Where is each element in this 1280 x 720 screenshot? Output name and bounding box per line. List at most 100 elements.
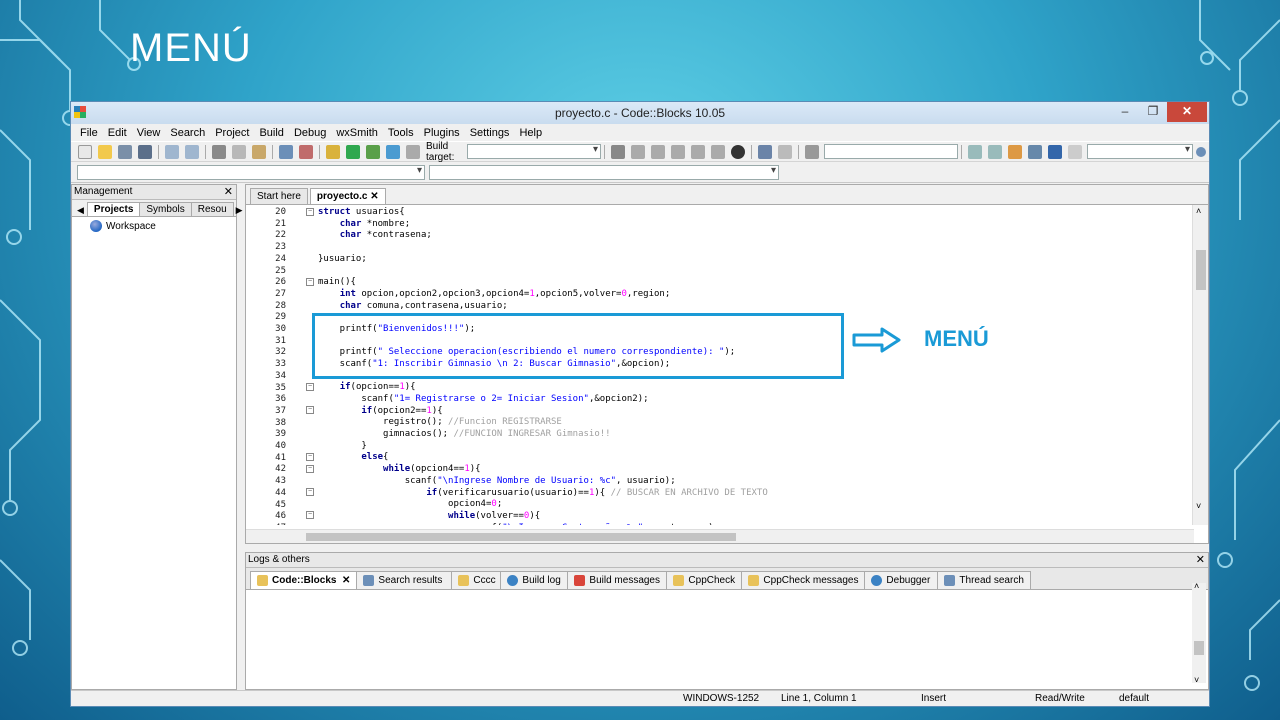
- tab-debugger[interactable]: Debugger: [864, 571, 939, 589]
- debug-next-line-icon[interactable]: [631, 144, 645, 159]
- status-cursor-position: Line 1, Column 1: [781, 693, 857, 704]
- scrollbar-thumb[interactable]: [306, 533, 736, 541]
- scroll-up-icon[interactable]: ˄: [1196, 206, 1201, 216]
- scrollbar-thumb[interactable]: [1194, 641, 1204, 655]
- paste-icon[interactable]: [252, 144, 266, 159]
- menu-file[interactable]: File: [75, 127, 103, 139]
- menu-project[interactable]: Project: [210, 127, 254, 139]
- debug-run-to-cursor-icon[interactable]: [611, 144, 625, 159]
- scroll-up-icon[interactable]: ˄: [1194, 581, 1199, 591]
- fold-toggle-icon[interactable]: −: [306, 406, 314, 414]
- tab-symbols[interactable]: Symbols: [139, 202, 192, 216]
- tab-thread-search[interactable]: Thread search: [937, 571, 1032, 589]
- close-button[interactable]: ✕: [1167, 102, 1207, 122]
- scope-dropdown[interactable]: [77, 164, 425, 180]
- scroll-down-icon[interactable]: ˅: [1196, 501, 1201, 511]
- menu-help[interactable]: Help: [514, 127, 547, 139]
- fold-toggle-icon[interactable]: −: [306, 278, 314, 286]
- debug-stop-icon[interactable]: [731, 144, 745, 159]
- debug-next-instruction-icon[interactable]: [691, 144, 705, 159]
- management-title: Management: [74, 186, 133, 197]
- maximize-button[interactable]: ❐: [1139, 102, 1167, 122]
- open-folder-icon[interactable]: [98, 144, 112, 159]
- menu-view[interactable]: View: [132, 127, 166, 139]
- function-dropdown[interactable]: [429, 164, 779, 180]
- jump-back-icon[interactable]: [968, 144, 982, 159]
- scroll-down-icon[interactable]: ˅: [1194, 675, 1199, 685]
- menu-search[interactable]: Search: [165, 127, 210, 139]
- logs-vertical-scrollbar[interactable]: ˄ ˅: [1192, 581, 1206, 685]
- abort-icon[interactable]: [406, 144, 420, 159]
- spell-check-icon[interactable]: [1048, 144, 1062, 159]
- new-file-icon[interactable]: [78, 144, 92, 159]
- fold-toggle-icon[interactable]: −: [306, 383, 314, 391]
- menu-tools[interactable]: Tools: [383, 127, 419, 139]
- replace-icon[interactable]: [299, 144, 313, 159]
- redo-icon[interactable]: [185, 144, 199, 159]
- fold-toggle-icon[interactable]: −: [306, 465, 314, 473]
- editor-horizontal-scrollbar[interactable]: [246, 529, 1194, 543]
- tab-search-results[interactable]: Search results: [356, 571, 453, 589]
- close-icon[interactable]: ✕: [370, 191, 378, 202]
- run-icon[interactable]: [346, 144, 360, 159]
- close-icon[interactable]: ✕: [342, 575, 350, 586]
- code-completion-toolbar: [71, 162, 1209, 183]
- undo-icon[interactable]: [165, 144, 179, 159]
- search-input[interactable]: [824, 144, 958, 159]
- tab-codeblocks-log[interactable]: Code::Blocks ✕: [250, 571, 358, 589]
- find-icon[interactable]: [279, 144, 293, 159]
- minimize-button[interactable]: –: [1111, 102, 1139, 122]
- menu-plugins[interactable]: Plugins: [419, 127, 465, 139]
- tab-resources[interactable]: Resou: [190, 202, 234, 216]
- rebuild-icon[interactable]: [386, 144, 400, 159]
- highlight-icon[interactable]: [1008, 144, 1022, 159]
- tab-scroll-left-icon[interactable]: ◀: [74, 205, 87, 216]
- magnifier-icon[interactable]: [1196, 146, 1206, 157]
- menu-wxsmith[interactable]: wxSmith: [331, 127, 383, 139]
- tab-cccc[interactable]: Cccc: [451, 571, 502, 589]
- scope-select[interactable]: [1087, 144, 1193, 159]
- menu-settings[interactable]: Settings: [465, 127, 515, 139]
- close-icon[interactable]: ✕: [224, 185, 233, 199]
- debug-step-out-icon[interactable]: [671, 144, 685, 159]
- tab-start-here[interactable]: Start here: [250, 188, 308, 204]
- regex-icon[interactable]: [1068, 144, 1082, 159]
- tab-build-messages[interactable]: Build messages: [567, 571, 668, 589]
- fold-toggle-icon[interactable]: −: [306, 208, 314, 216]
- build-gear-icon[interactable]: [326, 144, 340, 159]
- tab-proyecto-c[interactable]: proyecto.c ✕: [309, 188, 386, 204]
- tab-build-log[interactable]: Build log: [500, 571, 569, 589]
- line-number: 41: [275, 452, 286, 463]
- build-target-select[interactable]: [467, 144, 601, 159]
- info-icon[interactable]: [778, 144, 792, 159]
- scrollbar-thumb[interactable]: [1196, 250, 1206, 290]
- search-toggle-icon[interactable]: [805, 144, 819, 159]
- code-line: }: [318, 440, 367, 451]
- tab-cppcheck-messages[interactable]: CppCheck messages: [741, 571, 866, 589]
- debug-step-into-instruction-icon[interactable]: [711, 144, 725, 159]
- tab-projects[interactable]: Projects: [86, 202, 141, 216]
- workspace-node[interactable]: Workspace: [72, 217, 236, 232]
- cut-icon[interactable]: [212, 144, 226, 159]
- line-number: 43: [275, 476, 286, 487]
- fold-toggle-icon[interactable]: −: [306, 453, 314, 461]
- menu-edit[interactable]: Edit: [103, 127, 132, 139]
- debug-windows-icon[interactable]: [758, 144, 772, 159]
- line-number: 22: [275, 230, 286, 241]
- save-icon[interactable]: [118, 144, 132, 159]
- debug-step-into-icon[interactable]: [651, 144, 665, 159]
- save-all-icon[interactable]: [138, 144, 152, 159]
- menu-debug[interactable]: Debug: [289, 127, 331, 139]
- toggle-bookmark-icon[interactable]: [1028, 144, 1042, 159]
- tab-cppcheck[interactable]: CppCheck: [666, 571, 743, 589]
- editor-vertical-scrollbar[interactable]: ˄ ˅: [1192, 205, 1208, 525]
- jump-forward-icon[interactable]: [988, 144, 1002, 159]
- fold-toggle-icon[interactable]: −: [306, 511, 314, 519]
- fold-toggle-icon[interactable]: −: [306, 488, 314, 496]
- copy-icon[interactable]: [232, 144, 246, 159]
- close-icon[interactable]: ✕: [1196, 553, 1205, 567]
- menu-build[interactable]: Build: [254, 127, 288, 139]
- tab-scroll-right-icon[interactable]: ▶: [233, 205, 246, 216]
- code-area[interactable]: 20 21 22 23 24 25 26 27 28 29 30 31 32 33 34 35 36 37 38 39…: [246, 205, 1208, 525]
- build-and-run-icon[interactable]: [366, 144, 380, 159]
